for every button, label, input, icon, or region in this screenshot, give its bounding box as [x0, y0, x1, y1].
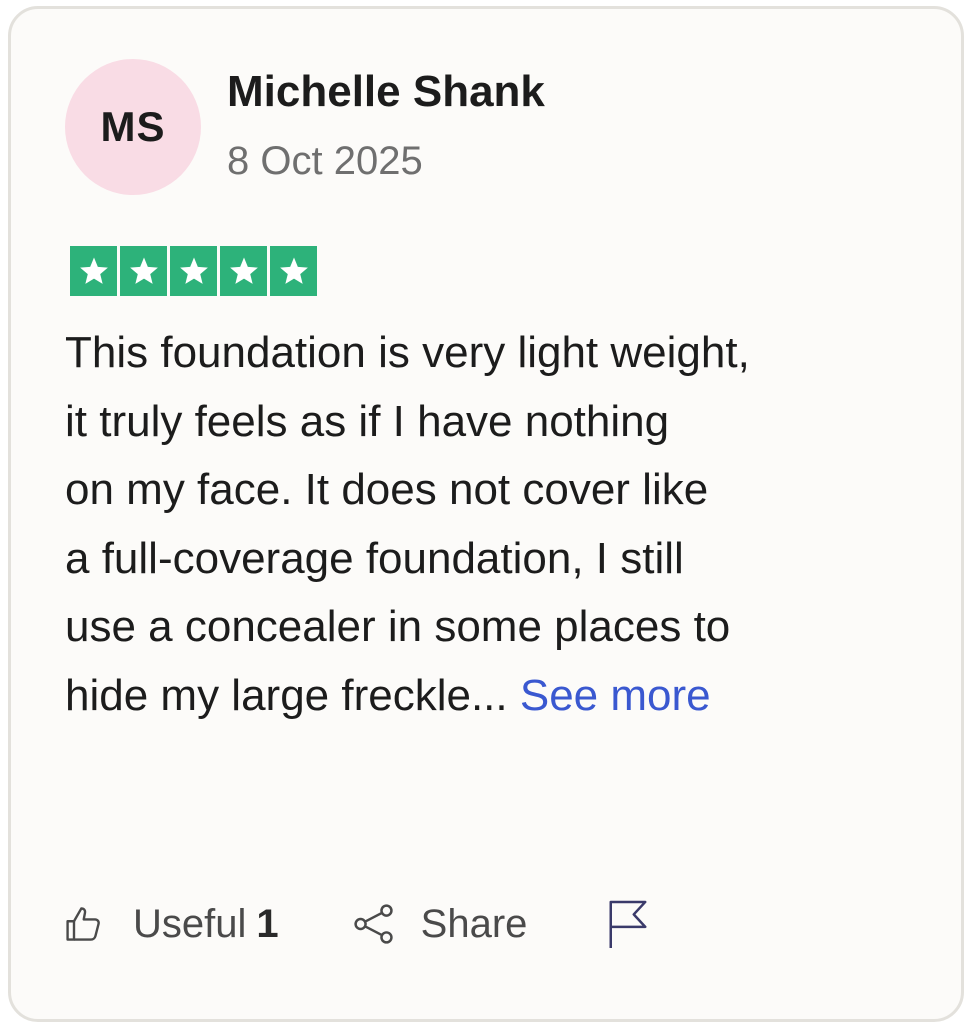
- review-text-line: it truly feels as if I have nothing: [65, 396, 670, 446]
- useful-count: 1: [256, 901, 279, 946]
- review-text-line: hide my large freckle...: [65, 670, 508, 720]
- useful-label: Useful: [133, 901, 247, 946]
- review-date: 8 Oct 2025: [227, 139, 423, 183]
- useful-button[interactable]: Useful 1: [63, 902, 279, 947]
- share-button[interactable]: Share: [351, 901, 528, 947]
- star-icon: [170, 246, 217, 296]
- star-icon: [270, 246, 317, 296]
- review-text-line: a full-coverage foundation, I still: [65, 533, 684, 583]
- share-icon: [353, 904, 393, 944]
- review-body: This foundation is very light weight, it…: [65, 319, 925, 730]
- thumbs-up-icon: [66, 907, 100, 941]
- review-text-line: use a concealer in some places to: [65, 602, 731, 651]
- review-card: MS Michelle Shank 8 Oct 2025 This founda…: [8, 6, 964, 1022]
- reviewer-name[interactable]: Michelle Shank: [227, 67, 545, 117]
- flag-icon: [609, 900, 647, 948]
- review-text-line: This foundation is very light weight,: [65, 328, 750, 377]
- star-icon: [120, 246, 167, 296]
- avatar: MS: [65, 59, 201, 195]
- review-text-line: on my face. It does not cover like: [65, 465, 709, 514]
- see-more-link[interactable]: See more: [520, 671, 711, 720]
- star-rating: [70, 246, 317, 296]
- share-label: Share: [420, 901, 528, 946]
- avatar-initials: MS: [100, 103, 166, 150]
- review-actions: Useful 1 Share: [63, 889, 651, 959]
- report-button[interactable]: [605, 898, 651, 950]
- star-icon: [70, 246, 117, 296]
- star-icon: [220, 246, 267, 296]
- review-text-last-line: hide my large freckle... See more: [65, 662, 925, 731]
